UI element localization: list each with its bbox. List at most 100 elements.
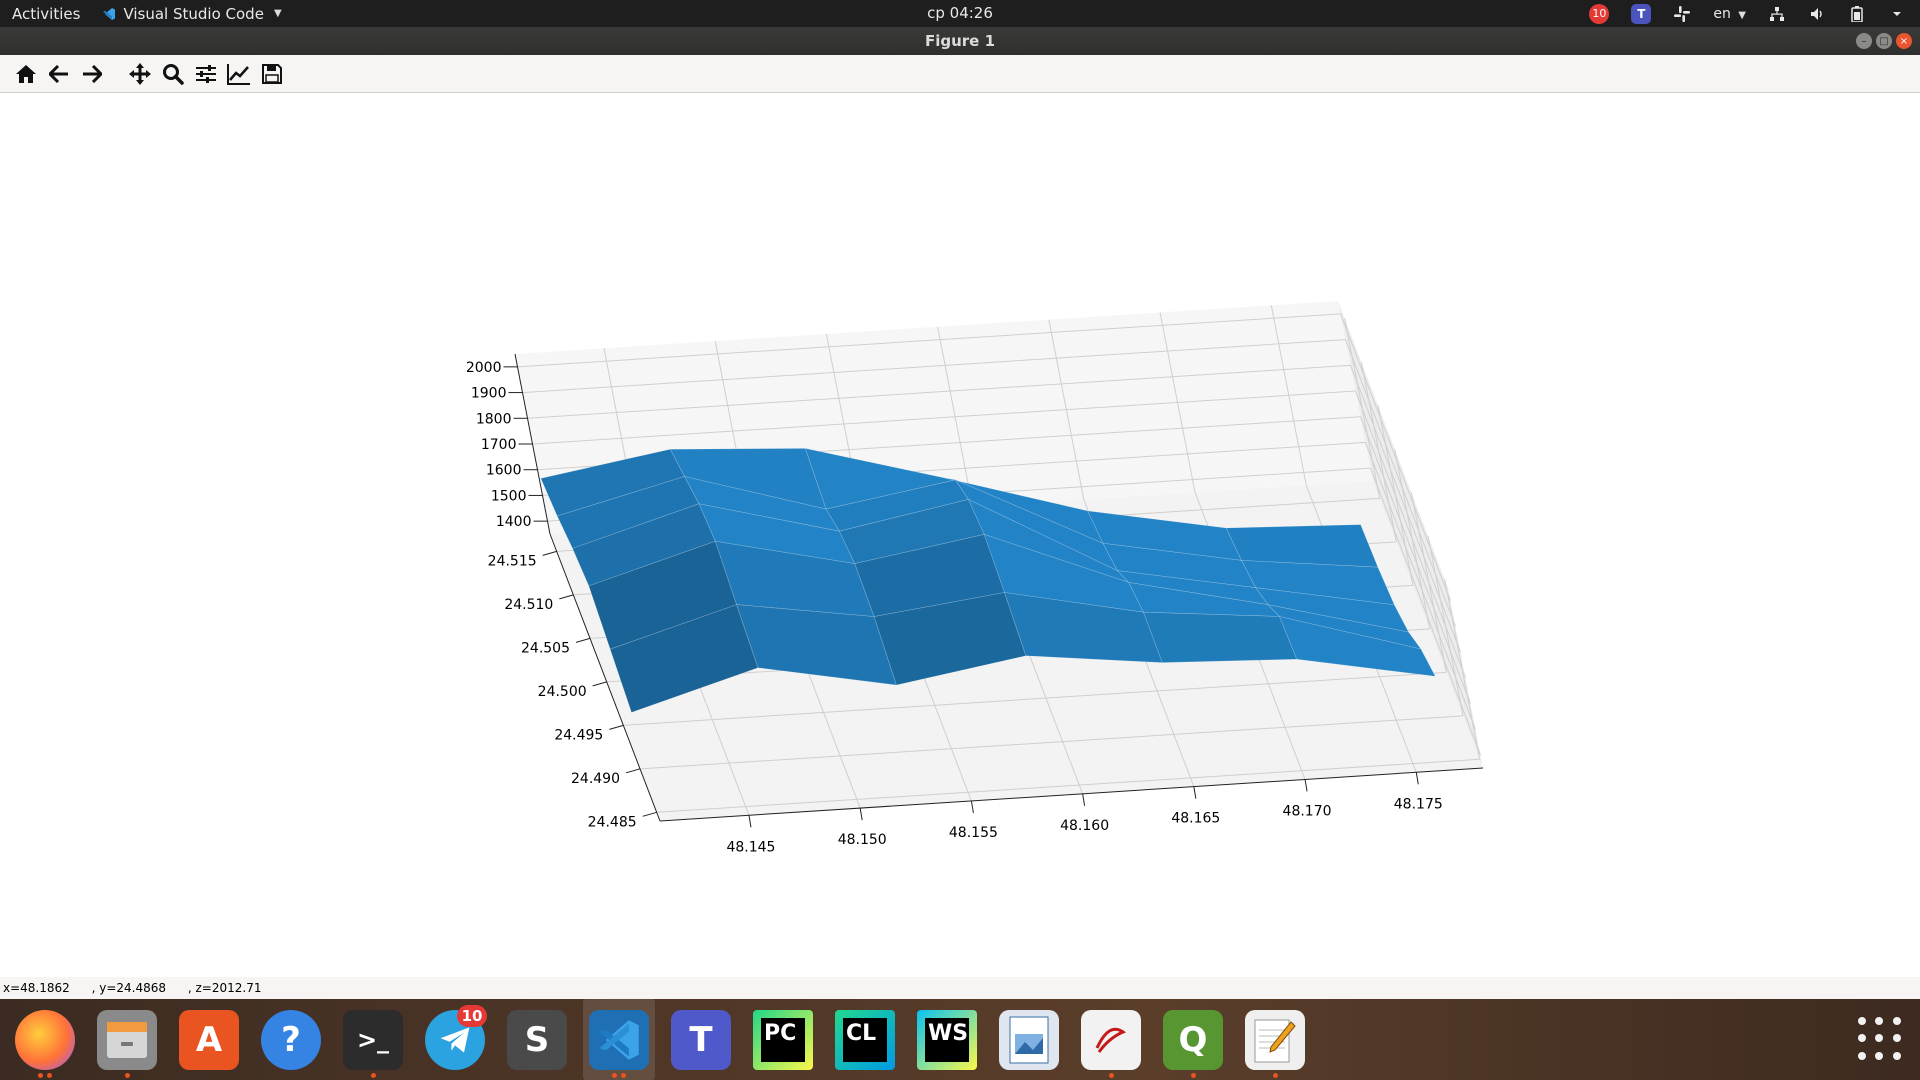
dock-item-teams[interactable]: T — [665, 999, 737, 1080]
tick-mark — [625, 768, 641, 774]
tick-mark — [575, 637, 591, 643]
tick-mark — [859, 808, 863, 821]
coordinates-readout: x=48.1862 , y=24.4868 , z=2012.71 — [0, 977, 1920, 999]
notification-badge[interactable]: 10 — [1589, 3, 1610, 24]
x-tick-label: 48.165 — [1171, 811, 1220, 827]
dock-item-files[interactable] — [91, 999, 163, 1080]
network-icon[interactable] — [1768, 5, 1786, 23]
home-button[interactable] — [14, 62, 38, 86]
dock-item-webstorm[interactable]: WS — [911, 999, 983, 1080]
tick-mark — [1415, 772, 1419, 785]
y-tick-label: 24.510 — [504, 597, 553, 613]
running-indicator — [612, 1073, 617, 1078]
chevron-down-icon: ▼ — [1738, 9, 1746, 21]
tick-mark — [1082, 793, 1086, 806]
surface-patch — [1143, 611, 1298, 663]
x-tick-label: 48.170 — [1283, 803, 1332, 819]
configure-subplots-button[interactable] — [194, 62, 218, 86]
running-indicator — [38, 1073, 43, 1078]
teams-tray-icon[interactable]: T — [1631, 3, 1652, 24]
save-icon — [262, 63, 282, 84]
zoom-icon — [163, 63, 184, 85]
dock-item-terminal[interactable]: >_ — [337, 999, 409, 1080]
z-tick-label: 2000 — [466, 360, 502, 376]
edit-axis-icon — [227, 63, 250, 85]
dock-item-qgis[interactable]: Q — [1157, 999, 1229, 1080]
dock-item-telegram[interactable]: 10 — [419, 999, 491, 1080]
figure-canvas[interactable]: 48.145 48.150 48.155 48.160 48.165 48.170 48.1… — [0, 93, 1920, 977]
pan-icon — [129, 62, 151, 85]
z-tick-label: 1900 — [471, 386, 507, 402]
power-menu-icon[interactable] — [1888, 5, 1906, 23]
firefox-icon — [15, 1009, 75, 1070]
running-indicator — [1190, 1073, 1196, 1078]
z-coordinate: , z=2012.71 — [187, 981, 262, 995]
system-top-bar: Activities Visual Studio Code ▼ ср 04:26… — [0, 0, 1920, 27]
tick-mark — [559, 594, 574, 600]
unread-badge: 10 — [457, 1005, 487, 1027]
show-applications-button[interactable] — [1858, 1017, 1902, 1061]
back-button[interactable] — [47, 62, 71, 86]
home-icon — [16, 64, 36, 83]
tick-mark — [748, 815, 752, 828]
clock[interactable]: ср 04:26 — [927, 4, 993, 22]
dock-item-firefox[interactable] — [9, 999, 81, 1080]
app-menu[interactable]: Visual Studio Code ▼ — [102, 5, 282, 23]
dock-item-software[interactable]: A — [173, 999, 245, 1080]
edit-axis-button[interactable] — [227, 62, 251, 86]
evince-icon — [1081, 1009, 1141, 1070]
dock-item-image-viewer[interactable] — [993, 999, 1065, 1080]
y-tick-label: 24.500 — [538, 684, 587, 700]
y-tick-label: 24.505 — [521, 640, 570, 656]
zoom-button[interactable] — [161, 62, 185, 86]
y-tick-label: 24.495 — [554, 727, 603, 743]
battery-icon[interactable] — [1848, 5, 1866, 23]
z-tick-label: 1600 — [486, 463, 522, 479]
dock-item-help[interactable]: ? — [255, 999, 327, 1080]
language-selector[interactable]: en ▼ — [1713, 6, 1746, 22]
minimize-button[interactable]: – — [1856, 33, 1872, 49]
software-icon: A — [179, 1009, 239, 1070]
forward-button[interactable] — [80, 62, 104, 86]
y-coordinate: , y=24.4868 — [91, 981, 167, 995]
running-indicator — [621, 1073, 626, 1078]
running-indicator — [1272, 1073, 1278, 1078]
tick-mark — [609, 724, 624, 730]
chevron-down-icon: ▼ — [273, 8, 282, 19]
vscode-icon — [589, 1009, 649, 1070]
dock-item-pycharm[interactable]: PC — [747, 999, 819, 1080]
running-indicator — [124, 1073, 130, 1078]
dock-item-vscode[interactable] — [583, 999, 655, 1080]
x-tick-label: 48.150 — [838, 832, 887, 848]
volume-icon[interactable] — [1808, 5, 1826, 23]
dock-item-text-editor[interactable] — [1239, 999, 1311, 1080]
tick-mark — [542, 550, 557, 556]
webstorm-icon: WS — [917, 1009, 977, 1070]
text-editor-icon — [1245, 1009, 1305, 1070]
dock-item-evince[interactable] — [1075, 999, 1147, 1080]
x-tick-label: 48.175 — [1394, 796, 1443, 812]
activities-button[interactable]: Activities — [12, 5, 80, 23]
dock-item-clion[interactable]: CL — [829, 999, 901, 1080]
close-button[interactable]: × — [1896, 33, 1912, 49]
z-tick-label: 1800 — [476, 411, 512, 427]
y-tick-label: 24.490 — [571, 771, 620, 787]
save-button[interactable] — [260, 62, 284, 86]
z-tick-label: 1400 — [496, 514, 532, 530]
forward-icon — [83, 64, 102, 83]
help-icon: ? — [261, 1009, 321, 1070]
pan-button[interactable] — [128, 62, 152, 86]
tick-mark — [592, 681, 607, 687]
surface-plot[interactable]: 48.145 48.150 48.155 48.160 48.165 48.170 48.1… — [0, 93, 1920, 977]
x-coordinate: x=48.1862 — [3, 981, 70, 995]
slack-tray-icon[interactable] — [1673, 5, 1691, 23]
qgis-icon: Q — [1163, 1009, 1223, 1070]
pycharm-icon: PC — [753, 1009, 813, 1070]
dock-item-sublime[interactable]: S — [501, 999, 573, 1080]
x-tick-label: 48.155 — [949, 825, 998, 841]
window-title-bar[interactable]: Figure 1 – □ × — [0, 27, 1920, 55]
z-tick-label: 1500 — [491, 488, 527, 504]
tick-mark — [970, 800, 974, 814]
sublime-icon: S — [507, 1009, 567, 1070]
maximize-button[interactable]: □ — [1876, 33, 1892, 49]
